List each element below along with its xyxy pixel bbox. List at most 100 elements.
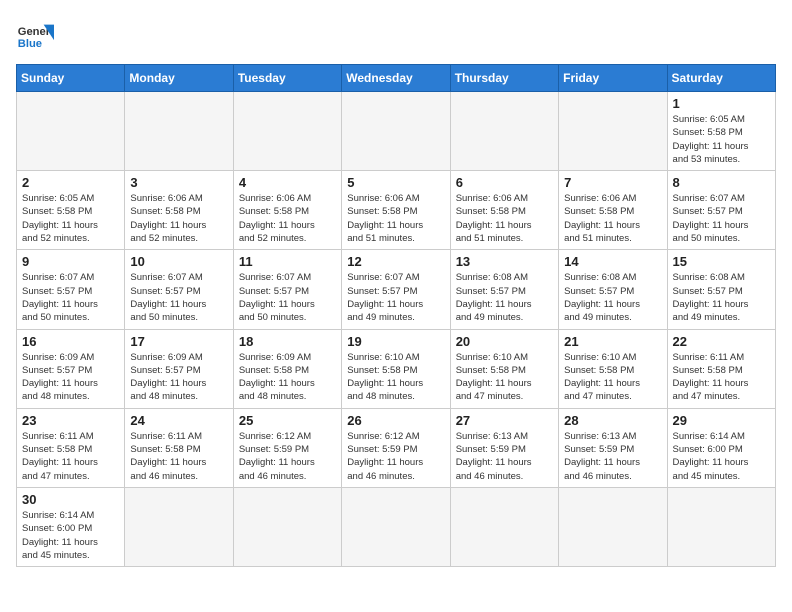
calendar-row-3: 16 Sunrise: 6:09 AM Sunset: 5:57 PM Dayli…	[17, 329, 776, 408]
day-number: 4	[239, 175, 336, 190]
calendar-cell: 17Sunrise: 6:09 AM Sunset: 5:57 PM Dayli…	[125, 329, 233, 408]
calendar-cell: 25Sunrise: 6:12 AM Sunset: 5:59 PM Dayli…	[233, 408, 341, 487]
calendar-row-1: 2 Sunrise: 6:05 AM Sunset: 5:58 PM Daylig…	[17, 171, 776, 250]
day-number: 6	[456, 175, 553, 190]
calendar-cell: 3 Sunrise: 6:06 AM Sunset: 5:58 PM Daylig…	[125, 171, 233, 250]
calendar-cell: 24 Sunrise: 6:11 AM Sunset: 5:58 PM Dayli…	[125, 408, 233, 487]
calendar-cell: 23Sunrise: 6:11 AM Sunset: 5:58 PM Dayli…	[17, 408, 125, 487]
day-number: 10	[130, 254, 227, 269]
calendar-cell: 9Sunrise: 6:07 AM Sunset: 5:57 PM Daylig…	[17, 250, 125, 329]
day-info: Sunrise: 6:13 AM Sunset: 5:59 PM Dayligh…	[456, 430, 553, 483]
day-number: 16	[22, 334, 119, 349]
weekday-monday: Monday	[125, 65, 233, 92]
calendar-cell	[125, 92, 233, 171]
day-number: 22	[673, 334, 770, 349]
day-number: 24	[130, 413, 227, 428]
weekday-header-row: SundayMondayTuesdayWednesdayThursdayFrid…	[17, 65, 776, 92]
day-number: 17	[130, 334, 227, 349]
calendar-cell: 18 Sunrise: 6:09 AM Sunset: 5:58 PM Dayli…	[233, 329, 341, 408]
day-info: Sunrise: 6:13 AM Sunset: 5:59 PM Dayligh…	[564, 430, 661, 483]
day-info: Sunrise: 6:09 AM Sunset: 5:58 PM Dayligh…	[239, 351, 336, 404]
calendar-cell: 4Sunrise: 6:06 AM Sunset: 5:58 PM Daylig…	[233, 171, 341, 250]
day-number: 8	[673, 175, 770, 190]
day-info: Sunrise: 6:06 AM Sunset: 5:58 PM Dayligh…	[456, 192, 553, 245]
calendar-table: SundayMondayTuesdayWednesdayThursdayFrid…	[16, 64, 776, 567]
calendar-cell: 13 Sunrise: 6:08 AM Sunset: 5:57 PM Dayli…	[450, 250, 558, 329]
day-number: 29	[673, 413, 770, 428]
weekday-thursday: Thursday	[450, 65, 558, 92]
weekday-tuesday: Tuesday	[233, 65, 341, 92]
day-info: Sunrise: 6:10 AM Sunset: 5:58 PM Dayligh…	[347, 351, 444, 404]
calendar-row-4: 23 Sunrise: 6:11 AM Sunset: 5:58 PM Dayli…	[17, 408, 776, 487]
day-info: Sunrise: 6:10 AM Sunset: 5:58 PM Dayligh…	[564, 351, 661, 404]
day-number: 14	[564, 254, 661, 269]
calendar-cell	[450, 487, 558, 566]
day-info: Sunrise: 6:12 AM Sunset: 5:59 PM Dayligh…	[347, 430, 444, 483]
logo: General Blue	[16, 16, 54, 54]
calendar-cell: 30 Sunrise: 6:14 AM Sunset: 6:00 PM Dayli…	[17, 487, 125, 566]
weekday-saturday: Saturday	[667, 65, 775, 92]
day-number: 26	[347, 413, 444, 428]
day-number: 9	[22, 254, 119, 269]
day-number: 15	[673, 254, 770, 269]
calendar-cell	[559, 487, 667, 566]
day-info: Sunrise: 6:07 AM Sunset: 5:57 PM Dayligh…	[673, 192, 770, 245]
calendar-cell: 14Sunrise: 6:08 AM Sunset: 5:57 PM Dayli…	[559, 250, 667, 329]
day-number: 2	[22, 175, 119, 190]
day-info: Sunrise: 6:07 AM Sunset: 5:57 PM Dayligh…	[239, 271, 336, 324]
calendar-cell	[233, 487, 341, 566]
calendar-cell	[559, 92, 667, 171]
calendar-cell: 22 Sunrise: 6:11 AM Sunset: 5:58 PM Dayli…	[667, 329, 775, 408]
calendar-row-5: 30 Sunrise: 6:14 AM Sunset: 6:00 PM Dayli…	[17, 487, 776, 566]
weekday-wednesday: Wednesday	[342, 65, 450, 92]
day-number: 27	[456, 413, 553, 428]
calendar-cell: 11 Sunrise: 6:07 AM Sunset: 5:57 PM Dayli…	[233, 250, 341, 329]
calendar-cell	[342, 487, 450, 566]
calendar-cell: 21 Sunrise: 6:10 AM Sunset: 5:58 PM Dayli…	[559, 329, 667, 408]
day-info: Sunrise: 6:11 AM Sunset: 5:58 PM Dayligh…	[130, 430, 227, 483]
calendar-cell: 8 Sunrise: 6:07 AM Sunset: 5:57 PM Daylig…	[667, 171, 775, 250]
calendar-cell: 27 Sunrise: 6:13 AM Sunset: 5:59 PM Dayli…	[450, 408, 558, 487]
day-number: 23	[22, 413, 119, 428]
day-info: Sunrise: 6:07 AM Sunset: 5:57 PM Dayligh…	[130, 271, 227, 324]
day-number: 18	[239, 334, 336, 349]
logo-icon: General Blue	[16, 16, 54, 54]
calendar-cell: 15Sunrise: 6:08 AM Sunset: 5:57 PM Dayli…	[667, 250, 775, 329]
day-number: 30	[22, 492, 119, 507]
day-info: Sunrise: 6:08 AM Sunset: 5:57 PM Dayligh…	[456, 271, 553, 324]
day-info: Sunrise: 6:05 AM Sunset: 5:58 PM Dayligh…	[673, 113, 770, 166]
day-info: Sunrise: 6:06 AM Sunset: 5:58 PM Dayligh…	[564, 192, 661, 245]
day-number: 20	[456, 334, 553, 349]
calendar-cell: 7 Sunrise: 6:06 AM Sunset: 5:58 PM Daylig…	[559, 171, 667, 250]
day-number: 25	[239, 413, 336, 428]
calendar-body: 1 Sunrise: 6:05 AM Sunset: 5:58 PM Daylig…	[17, 92, 776, 567]
calendar-cell: 26 Sunrise: 6:12 AM Sunset: 5:59 PM Dayli…	[342, 408, 450, 487]
day-number: 1	[673, 96, 770, 111]
calendar-cell	[125, 487, 233, 566]
day-info: Sunrise: 6:14 AM Sunset: 6:00 PM Dayligh…	[673, 430, 770, 483]
day-number: 7	[564, 175, 661, 190]
day-number: 12	[347, 254, 444, 269]
weekday-sunday: Sunday	[17, 65, 125, 92]
calendar-cell	[233, 92, 341, 171]
day-number: 11	[239, 254, 336, 269]
day-number: 13	[456, 254, 553, 269]
calendar-cell: 20 Sunrise: 6:10 AM Sunset: 5:58 PM Dayli…	[450, 329, 558, 408]
calendar-cell: 2 Sunrise: 6:05 AM Sunset: 5:58 PM Daylig…	[17, 171, 125, 250]
day-number: 19	[347, 334, 444, 349]
day-info: Sunrise: 6:14 AM Sunset: 6:00 PM Dayligh…	[22, 509, 119, 562]
calendar-cell: 6 Sunrise: 6:06 AM Sunset: 5:58 PM Daylig…	[450, 171, 558, 250]
day-number: 5	[347, 175, 444, 190]
day-number: 28	[564, 413, 661, 428]
day-info: Sunrise: 6:06 AM Sunset: 5:58 PM Dayligh…	[130, 192, 227, 245]
day-number: 3	[130, 175, 227, 190]
svg-text:Blue: Blue	[18, 38, 42, 50]
day-number: 21	[564, 334, 661, 349]
calendar-row-2: 9 Sunrise: 6:07 AM Sunset: 5:57 PM Daylig…	[17, 250, 776, 329]
day-info: Sunrise: 6:09 AM Sunset: 5:57 PM Dayligh…	[22, 351, 119, 404]
calendar-cell	[342, 92, 450, 171]
day-info: Sunrise: 6:11 AM Sunset: 5:58 PM Dayligh…	[673, 351, 770, 404]
day-info: Sunrise: 6:06 AM Sunset: 5:58 PM Dayligh…	[347, 192, 444, 245]
day-info: Sunrise: 6:05 AM Sunset: 5:58 PM Dayligh…	[22, 192, 119, 245]
day-info: Sunrise: 6:10 AM Sunset: 5:58 PM Dayligh…	[456, 351, 553, 404]
